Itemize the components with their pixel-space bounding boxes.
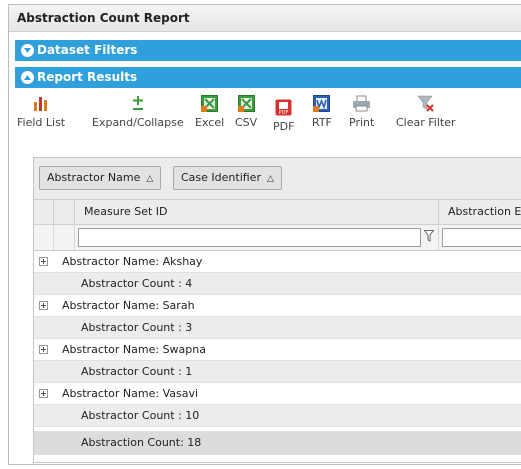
expand-plus-icon[interactable] — [39, 257, 48, 266]
svg-text:PDF: PDF — [279, 110, 289, 116]
expand-collapse-icon — [92, 95, 184, 112]
expand-plus-icon[interactable] — [39, 345, 48, 354]
excel-export-button[interactable]: Excel — [195, 95, 224, 129]
indent-header-cell — [34, 200, 54, 224]
rtf-export-button[interactable]: RTF — [312, 95, 332, 129]
grid-filter-row — [34, 225, 521, 251]
export-toolbar: Field List Expand/Collapse Excel CSV PDF… — [15, 95, 521, 141]
expand-down-icon — [21, 44, 34, 57]
count-row: Abstractor Count : 4 — [34, 273, 521, 295]
excel-icon — [195, 95, 224, 112]
filter-icon[interactable] — [423, 230, 435, 245]
print-button[interactable]: Print — [349, 95, 374, 129]
field-list-button[interactable]: Field List — [17, 95, 65, 129]
rtf-icon — [312, 95, 332, 112]
group-row-akshay[interactable]: Abstractor Name: Akshay — [34, 251, 521, 273]
csv-export-button[interactable]: CSV — [235, 95, 257, 129]
expand-plus-icon[interactable] — [39, 389, 48, 398]
sort-asc-icon: △ — [266, 174, 274, 184]
column-header-measure-set-id[interactable]: Measure Set ID — [75, 200, 439, 224]
count-row: Abstractor Count : 3 — [34, 317, 521, 339]
group-row-vasavi[interactable]: Abstractor Name: Vasavi — [34, 383, 521, 405]
pdf-export-button[interactable]: PDF PDF — [273, 99, 294, 133]
group-chip-case-identifier[interactable]: Case Identifier △ — [173, 166, 282, 190]
sort-asc-icon: △ — [146, 174, 154, 184]
expand-plus-icon[interactable] — [39, 301, 48, 310]
clear-filter-button[interactable]: Clear Filter — [396, 95, 456, 129]
dataset-filters-header[interactable]: Dataset Filters — [15, 40, 521, 61]
indent-header-cell — [54, 200, 75, 224]
abstraction-filter-input[interactable] — [442, 228, 521, 247]
printer-icon — [349, 95, 374, 112]
expand-collapse-button[interactable]: Expand/Collapse — [92, 95, 184, 129]
group-row-sarah[interactable]: Abstractor Name: Sarah — [34, 295, 521, 317]
grid-header-row: Measure Set ID Abstraction E — [34, 200, 521, 225]
clear-filter-icon — [396, 95, 456, 112]
collapse-up-icon — [21, 71, 34, 84]
field-list-icon — [17, 95, 65, 112]
csv-icon — [235, 95, 257, 112]
report-title: Abstraction Count Report — [9, 5, 521, 32]
report-results-header[interactable]: Report Results — [15, 67, 521, 88]
measure-set-id-filter-input[interactable] — [78, 228, 421, 247]
report-panel: Abstraction Count Report Dataset Filters… — [8, 4, 521, 465]
group-by-panel: Abstractor Name △ Case Identifier △ — [34, 158, 521, 200]
count-row: Abstractor Count : 10 — [34, 405, 521, 427]
pdf-icon: PDF — [273, 99, 294, 116]
count-row: Abstractor Count : 1 — [34, 361, 521, 383]
results-grid: Abstractor Name △ Case Identifier △ Measur… — [33, 157, 521, 463]
column-header-abstraction[interactable]: Abstraction E — [439, 200, 521, 224]
group-chip-abstractor-name[interactable]: Abstractor Name △ — [39, 166, 162, 190]
report-results-label: Report Results — [37, 70, 138, 84]
group-row-swapna[interactable]: Abstractor Name: Swapna — [34, 339, 521, 361]
dataset-filters-label: Dataset Filters — [37, 43, 138, 57]
grand-total-row: Abstraction Count: 18 — [34, 431, 521, 455]
